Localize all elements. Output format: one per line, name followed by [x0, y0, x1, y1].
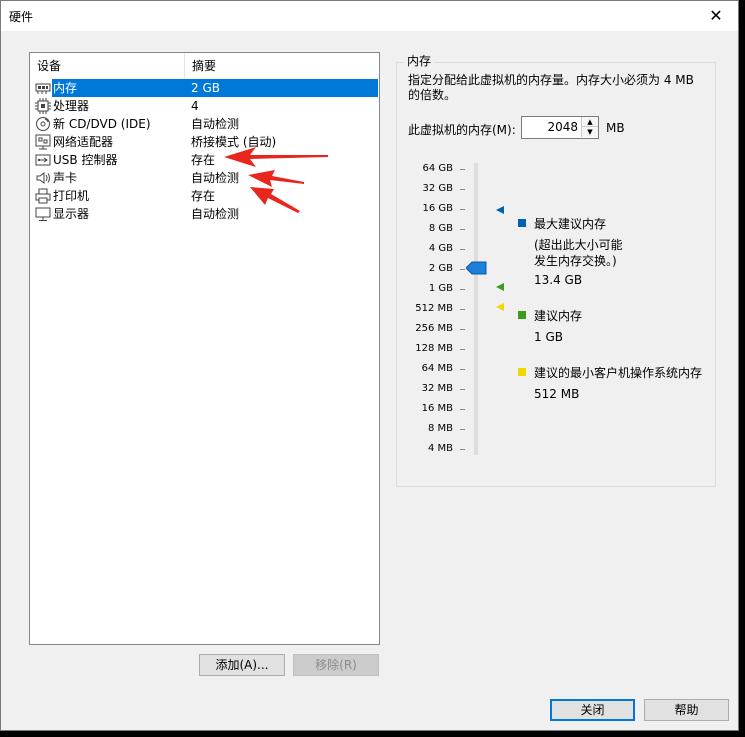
- scale-label: 512 MB: [415, 303, 453, 314]
- scale-label: 16 MB: [421, 403, 453, 414]
- recommended-title: 建议内存: [534, 309, 583, 323]
- scale-tick: [460, 409, 465, 410]
- scale-tick: [460, 169, 465, 170]
- scale-label: 64 MB: [421, 363, 453, 374]
- scale-label: 8 MB: [427, 423, 453, 434]
- spin-up-button[interactable]: ▲: [581, 117, 598, 127]
- scale-tick: [460, 189, 465, 190]
- scale-tick: [460, 289, 465, 290]
- min-guest-marker: [496, 303, 504, 311]
- close-button[interactable]: 关闭: [550, 699, 635, 721]
- memory-description: 指定分配给此虚拟机的内存量。内存大小必须为 4 MB 的倍数。: [408, 73, 694, 102]
- device-name: 内存: [53, 81, 78, 95]
- recommended-swatch: [518, 311, 526, 319]
- device-name: 网络适配器: [53, 135, 114, 149]
- column-header-summary[interactable]: 摘要: [185, 53, 379, 79]
- device-name: 新 CD/DVD (IDE): [53, 117, 151, 131]
- max-recommended-swatch: [518, 219, 526, 227]
- column-header-device[interactable]: 设备: [30, 53, 185, 79]
- add-device-button[interactable]: 添加(A)...: [199, 654, 285, 676]
- scale-tick: [460, 309, 465, 310]
- remove-device-button[interactable]: 移除(R): [293, 654, 379, 676]
- device-name: 处理器: [53, 99, 90, 113]
- scale-tick: [460, 429, 465, 430]
- device-row-memory[interactable]: 内存 2 GB: [30, 79, 379, 97]
- max-recommended-marker: [496, 206, 504, 214]
- device-summary: 4: [191, 99, 199, 113]
- arrow-icon: [224, 147, 328, 213]
- memory-unit: MB: [606, 121, 625, 135]
- device-row-cd-dvd[interactable]: 新 CD/DVD (IDE) 自动检测: [30, 115, 379, 133]
- memory-group-title: 内存: [404, 52, 435, 69]
- window-title: 硬件: [9, 10, 34, 24]
- display-icon: [35, 206, 51, 222]
- recommended-marker: [496, 283, 504, 291]
- scale-tick: [460, 209, 465, 210]
- scale-label: 4 GB: [428, 243, 453, 254]
- arrow-sound: [248, 170, 304, 187]
- arrow-printer: [250, 187, 300, 213]
- cpu-icon: [35, 98, 51, 114]
- title-bar: 硬件 ✕: [1, 1, 738, 31]
- max-recommended-note: (超出此大小可能 发生内存交换。): [534, 238, 623, 268]
- sound-icon: [35, 170, 51, 186]
- spin-down-button[interactable]: ▼: [581, 127, 598, 137]
- scale-label: 32 MB: [421, 383, 453, 394]
- device-name: 显示器: [53, 207, 90, 221]
- recommended-value: 1 GB: [534, 330, 563, 344]
- network-icon: [35, 134, 51, 150]
- usb-icon: [35, 152, 51, 168]
- scale-label: 1 GB: [428, 283, 453, 294]
- close-window-icon[interactable]: ✕: [694, 1, 738, 31]
- scale-label: 8 GB: [428, 223, 453, 234]
- min-guest-value: 512 MB: [534, 387, 580, 401]
- printer-icon: [35, 188, 51, 204]
- memory-field-label: 此虚拟机的内存(M):: [408, 123, 516, 137]
- help-button[interactable]: 帮助: [644, 699, 729, 721]
- memory-slider-track[interactable]: [474, 163, 478, 455]
- scale-label: 32 GB: [422, 183, 453, 194]
- scale-tick: [460, 389, 465, 390]
- max-recommended-title: 最大建议内存: [534, 217, 607, 231]
- device-summary: 存在: [191, 189, 216, 203]
- device-name: USB 控制器: [53, 153, 118, 167]
- scale-tick: [460, 249, 465, 250]
- device-list[interactable]: 设备 摘要 内存 2 GB 处理器 4 新 CD/DVD (IDE) 自动检测 …: [29, 52, 380, 645]
- scale-tick: [460, 349, 465, 350]
- max-recommended-value: 13.4 GB: [534, 273, 583, 287]
- scale-tick: [460, 369, 465, 370]
- annotation-arrows: [224, 147, 328, 213]
- scale-tick: [460, 329, 465, 330]
- memory-icon: [35, 80, 51, 96]
- scale-label: 16 GB: [422, 203, 453, 214]
- device-row-cpu[interactable]: 处理器 4: [30, 97, 379, 115]
- scale-label: 64 GB: [422, 163, 453, 174]
- memory-spinbox[interactable]: 2048 ▲ ▼: [521, 116, 599, 139]
- device-summary: 自动检测: [191, 117, 240, 131]
- min-guest-title: 建议的最小客户机操作系统内存: [534, 366, 703, 380]
- scale-label: 4 MB: [427, 443, 453, 454]
- arrow-usb: [224, 147, 328, 167]
- scale-label: 2 GB: [428, 263, 453, 274]
- memory-slider-thumb[interactable]: [466, 261, 488, 275]
- device-summary: 存在: [191, 153, 216, 167]
- memory-value[interactable]: 2048: [547, 120, 578, 134]
- scale-tick: [460, 449, 465, 450]
- scale-tick: [460, 229, 465, 230]
- cd-dvd-icon: [35, 116, 51, 132]
- scale-label: 128 MB: [415, 343, 453, 354]
- scale-tick: [460, 269, 465, 270]
- min-guest-swatch: [518, 368, 526, 376]
- scale-label: 256 MB: [415, 323, 453, 334]
- device-list-header: 设备 摘要: [30, 53, 379, 79]
- legend-markers: [496, 206, 504, 311]
- device-name: 打印机: [53, 189, 90, 203]
- device-name: 声卡: [53, 171, 78, 185]
- device-summary: 2 GB: [191, 81, 220, 95]
